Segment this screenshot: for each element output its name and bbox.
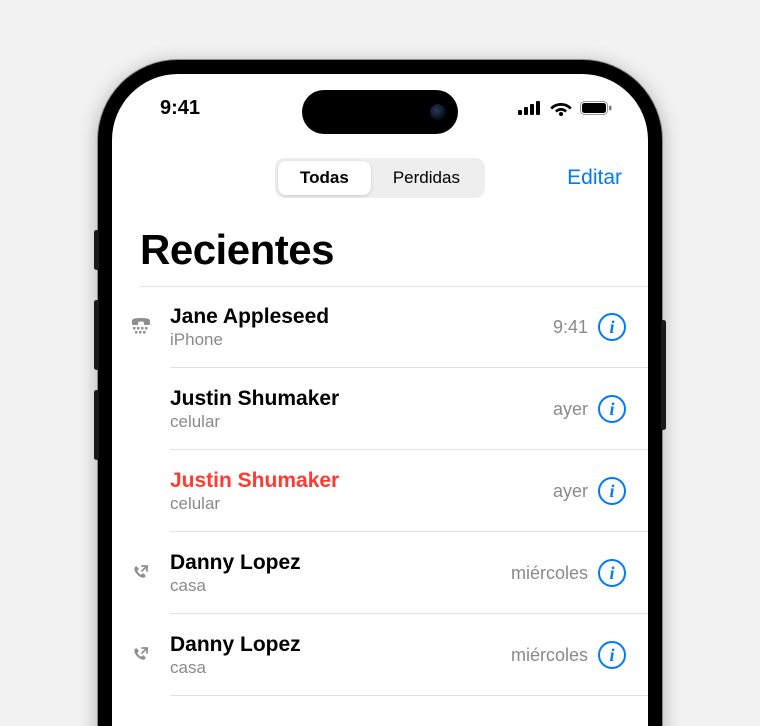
- info-icon: i: [609, 646, 614, 664]
- battery-icon: [580, 101, 612, 115]
- call-sub: celular: [170, 412, 553, 432]
- call-time: ayer: [553, 399, 588, 420]
- call-sub: celular: [170, 494, 553, 514]
- info-icon: i: [609, 564, 614, 582]
- info-button[interactable]: i: [598, 313, 626, 341]
- page-title: Recientes: [140, 226, 334, 274]
- tab-missed[interactable]: Perdidas: [371, 161, 482, 195]
- call-time: miércoles: [511, 563, 588, 584]
- segmented-control: Todas Perdidas: [275, 158, 485, 198]
- call-name: Danny Lopez: [170, 550, 511, 575]
- call-time: miércoles: [511, 645, 588, 666]
- wifi-icon: [550, 100, 572, 116]
- tty-icon: [130, 318, 170, 336]
- call-name: Jane Appleseed: [170, 304, 553, 329]
- call-row[interactable]: Danny Lopez casa miércoles i: [112, 532, 648, 614]
- call-row[interactable]: Justin Shumaker celular ayer i: [112, 450, 648, 532]
- phone-side-button: [94, 230, 99, 270]
- call-time: ayer: [553, 481, 588, 502]
- info-icon: i: [609, 482, 614, 500]
- call-row[interactable]: Jane Appleseed iPhone 9:41 i: [112, 286, 648, 368]
- outgoing-call-icon: [130, 645, 170, 665]
- call-sub: iPhone: [170, 330, 553, 350]
- info-button[interactable]: i: [598, 395, 626, 423]
- call-sub: casa: [170, 576, 511, 596]
- call-name: Justin Shumaker: [170, 386, 553, 411]
- phone-screen: 9:41: [112, 74, 648, 726]
- call-name: Danny Lopez: [170, 632, 511, 657]
- nav-bar: Todas Perdidas Editar: [112, 150, 648, 206]
- cellular-icon: [518, 101, 542, 115]
- recents-list: Jane Appleseed iPhone 9:41 i Justin Shum…: [112, 286, 648, 696]
- phone-side-button: [94, 390, 99, 460]
- info-button[interactable]: i: [598, 559, 626, 587]
- edit-button[interactable]: Editar: [567, 166, 622, 190]
- info-icon: i: [609, 400, 614, 418]
- iphone-frame: 9:41: [98, 60, 662, 726]
- info-button[interactable]: i: [598, 477, 626, 505]
- call-name: Justin Shumaker: [170, 468, 553, 493]
- tab-all[interactable]: Todas: [278, 161, 371, 195]
- phone-side-button: [94, 300, 99, 370]
- outgoing-call-icon: [130, 563, 170, 583]
- call-row[interactable]: Justin Shumaker celular ayer i: [112, 368, 648, 450]
- phone-side-button: [661, 320, 666, 430]
- call-sub: casa: [170, 658, 511, 678]
- info-icon: i: [609, 318, 614, 336]
- call-row[interactable]: Danny Lopez casa miércoles i: [112, 614, 648, 696]
- call-time: 9:41: [553, 317, 588, 338]
- status-bar: 9:41: [112, 74, 648, 142]
- info-button[interactable]: i: [598, 641, 626, 669]
- status-time: 9:41: [160, 97, 200, 120]
